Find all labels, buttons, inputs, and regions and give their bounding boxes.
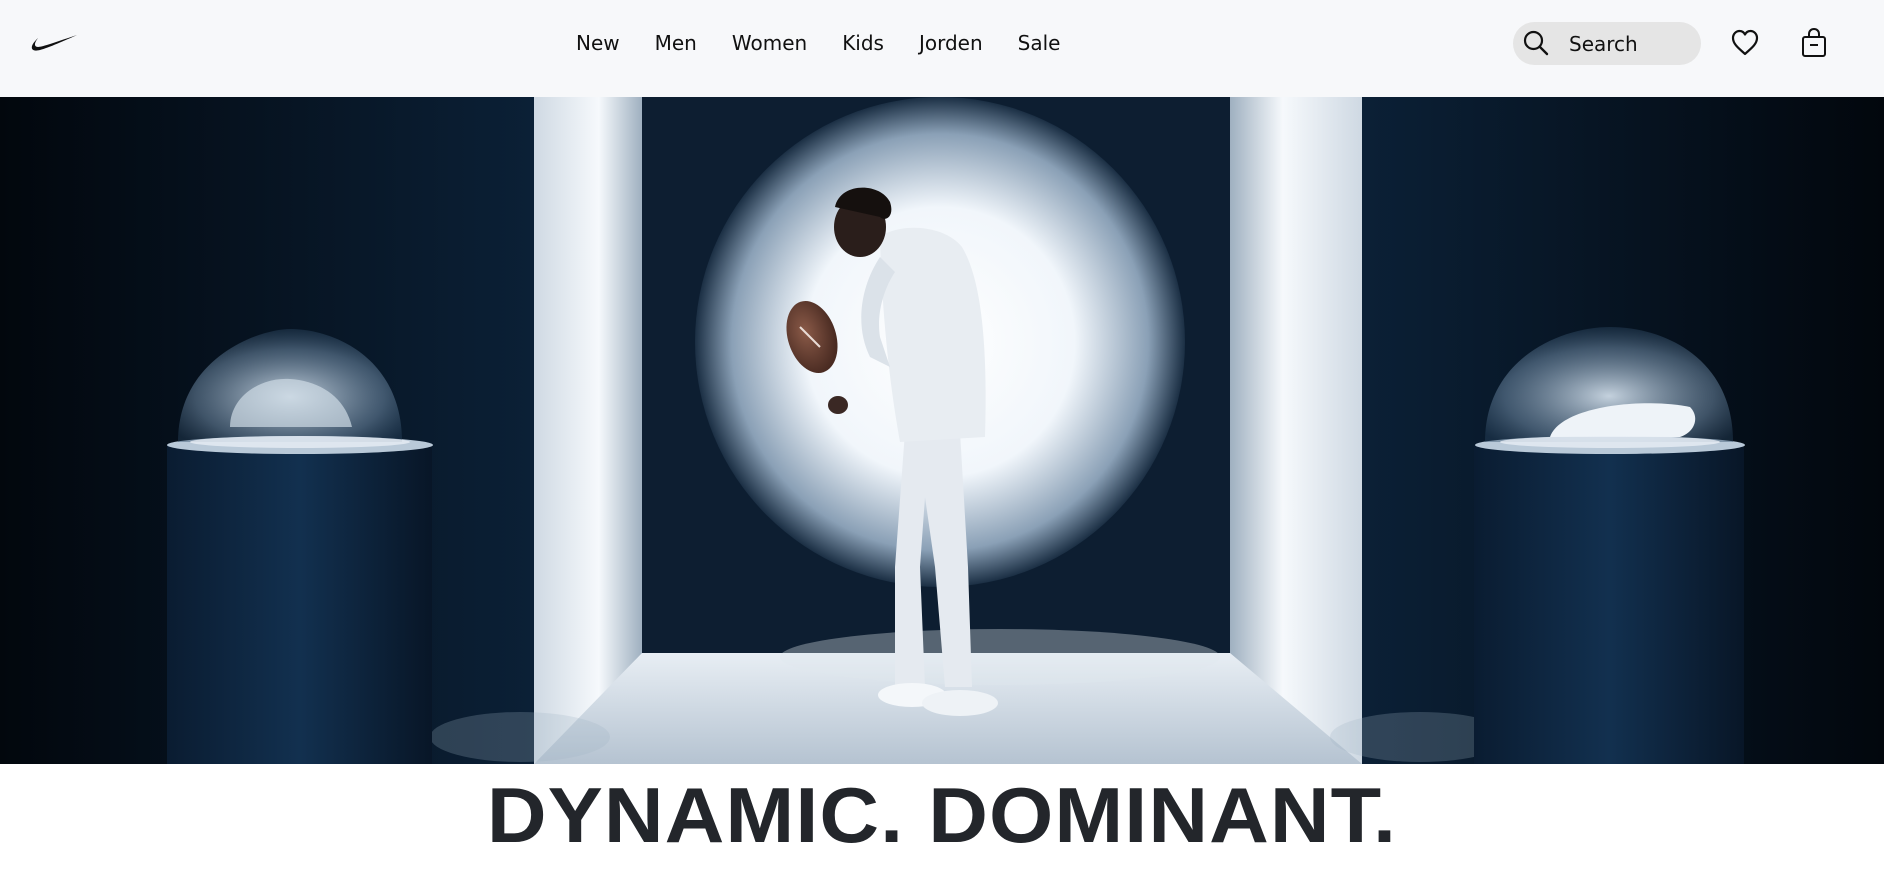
- nav-men[interactable]: Men: [655, 28, 697, 58]
- heart-icon[interactable]: [1730, 28, 1760, 58]
- hero-banner[interactable]: [0, 97, 1884, 764]
- shopping-bag-icon[interactable]: [1800, 27, 1828, 59]
- nav-jorden[interactable]: Jorden: [919, 28, 983, 58]
- right-display-pedestal: [1474, 327, 1745, 764]
- search-box[interactable]: [1513, 22, 1701, 65]
- nav-kids[interactable]: Kids: [842, 28, 884, 58]
- search-input[interactable]: [1569, 22, 1695, 65]
- search-icon[interactable]: [1521, 28, 1551, 58]
- nike-swoosh-logo[interactable]: [30, 30, 80, 56]
- hero-headline: DYNAMIC. DOMINANT.: [486, 771, 1398, 859]
- nav-sale[interactable]: Sale: [1018, 28, 1061, 58]
- main-nav: New Men Women Kids Jorden Sale: [576, 28, 1095, 58]
- nav-women[interactable]: Women: [732, 28, 807, 58]
- site-header: New Men Women Kids Jorden Sale: [0, 0, 1884, 97]
- hero-image: [0, 97, 1884, 764]
- nav-new[interactable]: New: [576, 28, 620, 58]
